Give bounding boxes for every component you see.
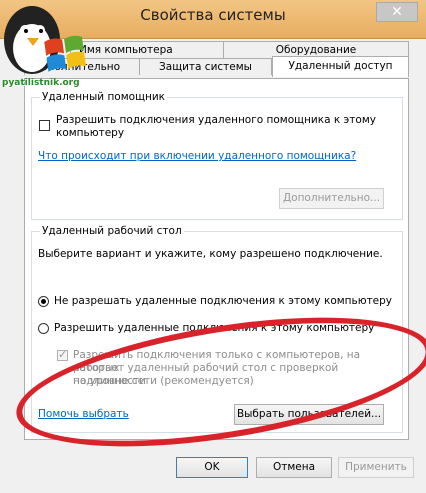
nla-only-checkbox[interactable]: ✓ <box>57 348 68 361</box>
remote-desktop-group: Удаленный рабочий стол Выберите вариант … <box>31 225 403 433</box>
tab-system-protection[interactable]: Защита системы <box>139 58 272 75</box>
close-button[interactable]: ✕ <box>376 2 418 22</box>
tab-panel-remote-access: Удаленный помощник Разрешить подключения… <box>24 78 409 440</box>
remote-assistance-help-link[interactable]: Что происходит при включении удаленного … <box>38 150 356 163</box>
checkmark-icon: ✓ <box>58 348 68 361</box>
help-choose-link[interactable]: Помочь выбрать <box>38 408 129 421</box>
allow-remote-assistance-checkbox[interactable] <box>39 120 50 131</box>
allow-remote-connections-label: Разрешить удаленные подключения к этому … <box>54 322 375 334</box>
cancel-button[interactable]: Отмена <box>256 457 332 478</box>
nla-label-line3: на уровне сети (рекомендуется) <box>73 375 254 387</box>
allow-remote-assistance-label-line1: Разрешить подключения удаленного помощни… <box>56 114 376 126</box>
tab-computer-name[interactable]: Имя компьютера <box>70 41 224 58</box>
apply-button[interactable]: Применить <box>338 457 414 478</box>
deny-remote-connections-radio[interactable] <box>38 296 49 307</box>
tab-remote-access[interactable]: Удаленный доступ <box>272 56 409 77</box>
radio-selected-dot <box>41 299 46 304</box>
advanced-button[interactable]: Дополнительно... <box>279 188 384 209</box>
allow-remote-assistance-label-line2: компьютеру <box>56 127 125 139</box>
remote-assistance-group: Удаленный помощник Разрешить подключения… <box>31 91 403 220</box>
ok-button[interactable]: OK <box>176 457 248 478</box>
remote-desktop-instruction: Выберите вариант и укажите, кому разреше… <box>38 248 383 260</box>
select-users-button[interactable]: Выбрать пользователей... <box>234 404 384 425</box>
allow-remote-connections-radio[interactable] <box>38 323 49 334</box>
deny-remote-connections-label: Не разрешать удаленные подключения к это… <box>54 295 393 307</box>
system-properties-window: Свойства системы ✕ pyatilistnik.org Имя … <box>0 0 426 493</box>
logo-text: pyatilistnik.org <box>2 78 80 88</box>
remote-desktop-title: Удаленный рабочий стол <box>40 225 184 237</box>
